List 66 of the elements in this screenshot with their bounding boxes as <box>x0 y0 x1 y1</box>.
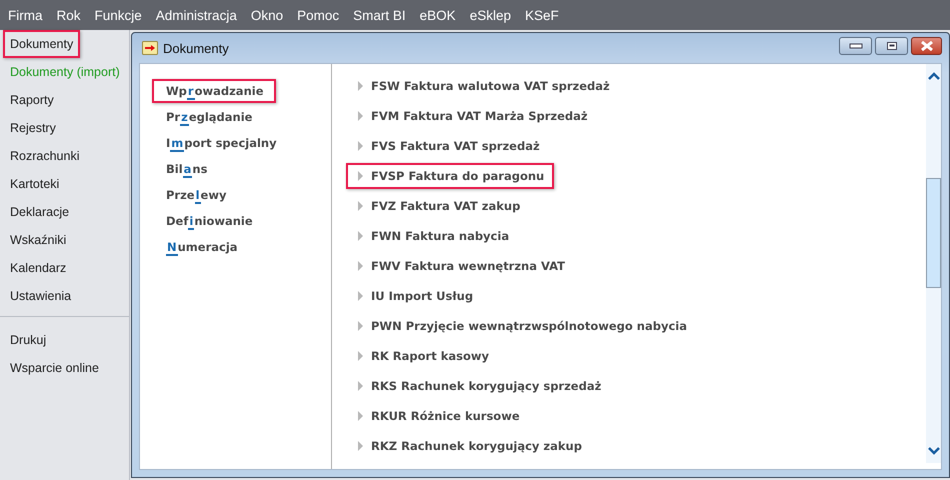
menu-item[interactable]: KSeF <box>518 8 566 22</box>
triangle-icon <box>358 261 363 271</box>
menu-item[interactable]: Administracja <box>148 8 244 22</box>
section-link[interactable]: Wprowadzanie <box>152 79 276 103</box>
document-type-item[interactable]: FVM Faktura VAT Marża Sprzedaż <box>346 103 598 129</box>
menu-item[interactable]: Rok <box>50 8 88 22</box>
section-link[interactable]: Defi niowanie <box>152 209 265 233</box>
maximize-button[interactable] <box>875 37 908 55</box>
sidebar-item[interactable]: Wskaźniki <box>3 226 74 254</box>
menu-item[interactable]: eSklep <box>462 8 518 22</box>
triangle-icon <box>358 231 363 241</box>
document-type-item[interactable]: FVSP Faktura do paragonu <box>346 163 554 189</box>
sidebar-item[interactable]: Drukuj <box>3 326 54 354</box>
document-type-item[interactable]: FVS Faktura VAT sprzedaż <box>346 133 550 159</box>
sidebar-item[interactable]: Kartoteki <box>3 170 66 198</box>
section-link[interactable]: Prze lewy <box>152 183 238 207</box>
triangle-icon <box>358 351 363 361</box>
scroll-up-icon[interactable] <box>928 72 940 80</box>
section-link[interactable]: N umeracja <box>152 235 250 259</box>
menu-item[interactable]: Pomoc <box>290 8 346 22</box>
close-icon <box>920 41 934 51</box>
document-type-item[interactable]: FVZ Faktura VAT zakup <box>346 193 530 219</box>
triangle-icon <box>358 81 363 91</box>
close-button[interactable] <box>911 37 942 55</box>
menu-item[interactable]: eBOK <box>412 8 463 22</box>
window-app-icon <box>142 41 158 55</box>
triangle-icon <box>358 381 363 391</box>
maximize-icon <box>886 41 898 51</box>
sidebar-item[interactable]: Dokumenty <box>3 30 80 58</box>
triangle-icon <box>358 441 363 451</box>
sidebar-item[interactable]: Rejestry <box>3 114 63 142</box>
minimize-icon <box>848 43 862 49</box>
triangle-icon <box>358 321 363 331</box>
section-link[interactable]: Bila ns <box>152 157 220 181</box>
scroll-thumb[interactable] <box>926 178 941 288</box>
sidebar-item[interactable]: Deklaracje <box>3 198 76 226</box>
sidebar-item[interactable]: Kalendarz <box>3 254 74 282</box>
document-type-item[interactable]: RKS Rachunek korygujący sprzedaż <box>346 373 612 399</box>
menu-item[interactable]: Okno <box>244 8 290 22</box>
triangle-icon <box>358 111 363 121</box>
minimize-button[interactable] <box>839 37 872 55</box>
document-type-item[interactable]: IU Import Usług <box>346 283 484 309</box>
menu-item[interactable]: Firma <box>1 8 50 22</box>
document-type-item[interactable]: FSW Faktura walutowa VAT sprzedaż <box>346 73 620 99</box>
scroll-down-icon[interactable] <box>928 447 940 455</box>
document-type-item[interactable]: RKZ Rachunek korygujący zakup <box>346 433 592 459</box>
menu-item[interactable]: Funkcje <box>88 8 149 22</box>
triangle-icon <box>358 291 363 301</box>
triangle-icon <box>358 141 363 151</box>
triangle-icon <box>358 201 363 211</box>
sidebar-item[interactable]: Wsparcie online <box>3 354 106 382</box>
menu-item[interactable]: Smart BI <box>346 8 413 22</box>
sidebar-item[interactable]: Rozrachunki <box>3 142 86 170</box>
document-type-item[interactable]: FWN Faktura nabycia <box>346 223 520 249</box>
sidebar-item[interactable]: Ustawienia <box>3 282 78 310</box>
document-type-item[interactable]: PWN Przyjęcie wewnątrzwspólnotowego nabycia <box>346 313 697 339</box>
triangle-icon <box>358 411 363 421</box>
document-type-item[interactable]: FWV Faktura wewnętrzna VAT <box>346 253 575 279</box>
window-title: Dokumenty <box>163 40 230 56</box>
scrollbar[interactable] <box>926 64 941 463</box>
section-link[interactable]: Przeglądanie <box>152 105 264 129</box>
document-type-item[interactable]: RK Raport kasowy <box>346 343 499 369</box>
section-link[interactable]: I m port specjalny <box>152 131 289 155</box>
triangle-icon <box>358 171 363 181</box>
document-type-item[interactable]: RKUR Różnice kursowe <box>346 403 530 429</box>
sidebar-item[interactable]: Raporty <box>3 86 61 114</box>
